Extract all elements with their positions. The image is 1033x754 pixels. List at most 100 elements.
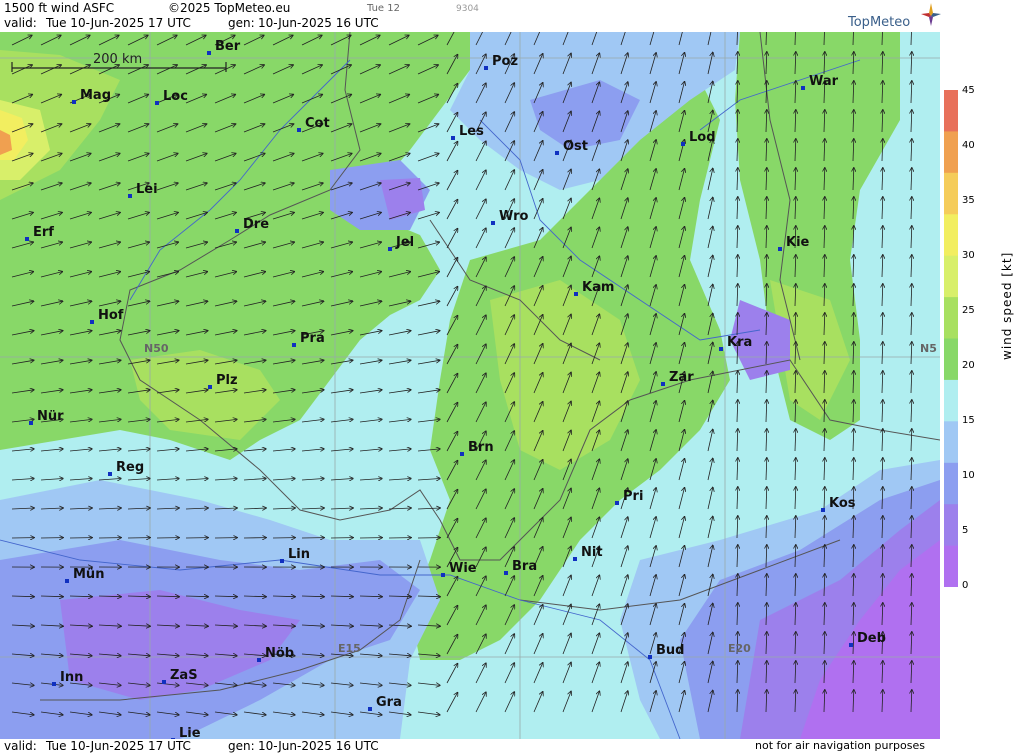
city-marker (292, 343, 296, 347)
city-marker (65, 579, 69, 583)
wind-map-canvas: Ber Poz War Mag Loc Cot Les Lod Ost Lei Wro Dre Erf J… (0, 32, 940, 739)
city-label: Bud (656, 643, 684, 658)
city-marker (719, 347, 723, 351)
city-marker (128, 194, 132, 198)
city-marker (778, 247, 782, 251)
lat-label-n50: N50 (144, 342, 169, 355)
colorbar-tick: 5 (962, 525, 969, 536)
colorbar-tick: 20 (962, 360, 975, 371)
city-label: Kam (582, 280, 614, 295)
city-label: Wro (499, 209, 529, 224)
city-label: Lie (179, 726, 201, 739)
colorbar-segment (944, 462, 958, 505)
gen-label: gen: (228, 16, 255, 30)
colorbar-tick: 35 (962, 195, 975, 206)
colorbar-segment (944, 297, 958, 339)
city-label: Loc (163, 89, 188, 104)
footer-valid-label: valid: (4, 739, 37, 753)
city-marker (504, 571, 508, 575)
city-marker (72, 100, 76, 104)
wind-map[interactable]: Ber Poz War Mag Loc Cot Les Lod Ost Lei Wro Dre Erf J… (0, 32, 940, 739)
city-label: Dre (243, 217, 269, 232)
city-marker (297, 128, 301, 132)
lon-label-e20: E20 (728, 642, 751, 655)
city-label: Reg (116, 460, 144, 475)
city-marker (555, 151, 559, 155)
city-marker (484, 66, 488, 70)
city-label: Cot (305, 116, 330, 131)
colorbar-segment (944, 504, 958, 547)
colorbar-tick: 30 (962, 250, 975, 261)
valid-time: Tue 10-Jun-2025 17 UTC (46, 16, 191, 30)
colorbar-tick: 25 (962, 305, 975, 316)
colorbar-tick: 45 (962, 85, 975, 96)
city-marker (368, 707, 372, 711)
brand-logo: TopMeteo (848, 15, 911, 30)
colorbar-tick: 10 (962, 470, 975, 481)
lon-label-e15: E15 (338, 642, 361, 655)
city-marker (681, 142, 685, 146)
colorbar-scale (944, 90, 958, 587)
city-marker (661, 382, 665, 386)
city-label: Lod (689, 130, 716, 145)
city-marker (648, 655, 652, 659)
city-marker (90, 320, 94, 324)
city-marker (801, 86, 805, 90)
colorbar-tick: 15 (962, 415, 975, 426)
disclaimer-text: not for air navigation purposes (755, 739, 925, 752)
colorbar-segment (944, 172, 958, 215)
city-marker (573, 557, 577, 561)
city-label: Mün (73, 567, 104, 582)
city-label: Lin (288, 547, 310, 562)
city-label: Jel (395, 235, 414, 250)
city-label: Nür (37, 409, 64, 424)
city-marker (849, 643, 853, 647)
product-title: 1500 ft wind ASFC (4, 1, 115, 15)
colorbar-segment (944, 421, 958, 464)
scale-bar-label: 200 km (93, 52, 143, 67)
city-marker (451, 136, 455, 140)
city-label: Pri (623, 489, 643, 504)
colorbar-segment (944, 338, 958, 381)
valid-label: valid: (4, 16, 37, 30)
city-marker (208, 385, 212, 389)
city-marker (460, 452, 464, 456)
city-label: Zar (669, 370, 694, 385)
colorbar-segment (944, 545, 958, 587)
city-label: Kos (829, 496, 856, 511)
city-label: Plz (216, 373, 238, 388)
city-marker (235, 229, 239, 233)
city-marker (441, 573, 445, 577)
colorbar-segment (944, 379, 958, 422)
city-label: Kra (727, 335, 752, 350)
city-marker (491, 221, 495, 225)
frame-code: 9304 (456, 4, 479, 14)
footer-gen-label: gen: (228, 739, 255, 753)
city-label: Hof (98, 308, 124, 323)
city-label: Ost (563, 139, 588, 154)
city-marker (25, 237, 29, 241)
colorbar-title: wind speed [kt] (1000, 251, 1014, 360)
colorbar-segment (944, 214, 958, 257)
city-label: War (809, 74, 839, 89)
city-marker (155, 101, 159, 105)
city-marker (52, 682, 56, 686)
header-bar: 1500 ft wind ASFC ©2025 TopMeteo.eu vali… (0, 0, 940, 32)
footer-valid-time: Tue 10-Jun-2025 17 UTC (46, 739, 191, 753)
city-label: Les (459, 124, 484, 139)
city-label: Brn (468, 440, 494, 455)
city-label: Pra (300, 331, 325, 346)
city-label: Nit (581, 545, 603, 560)
compass-logo-icon (921, 3, 941, 26)
footer-gen-time: 10-Jun-2025 16 UTC (258, 739, 379, 753)
colorbar-tick: 0 (962, 580, 969, 591)
city-label: Inn (60, 670, 83, 685)
city-label: Gra (376, 695, 402, 710)
colorbar-segment (944, 90, 958, 132)
city-label: Wie (449, 561, 477, 576)
colorbar-tick: 40 (962, 140, 975, 151)
city-label: Lei (136, 182, 158, 197)
colorbar-segment (944, 131, 958, 174)
frame-label: Tue 12 (367, 3, 400, 14)
colorbar-segment (944, 255, 958, 298)
